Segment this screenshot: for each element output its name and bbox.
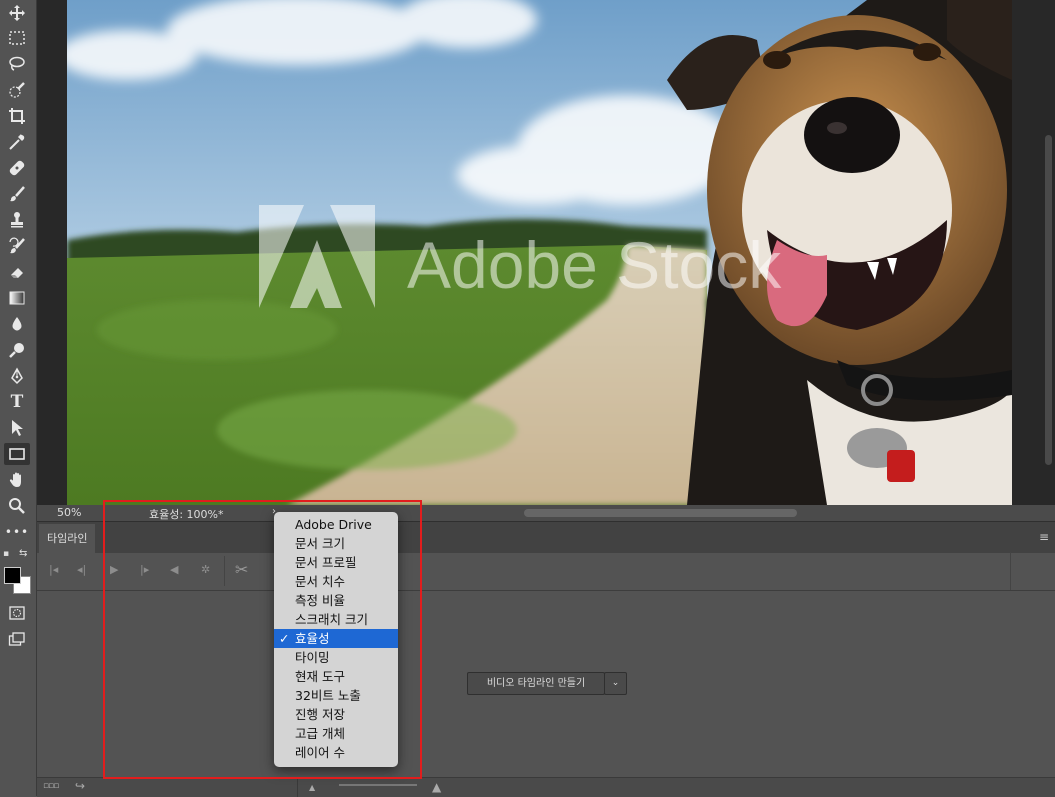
menu-item-measurement-scale[interactable]: 측정 비율 bbox=[274, 591, 398, 610]
blur-tool-icon[interactable] bbox=[4, 313, 30, 335]
tools-panel: T ••• ▪ ⇆ bbox=[0, 0, 37, 796]
split-scissors-icon[interactable]: ✂ bbox=[235, 560, 248, 579]
tab-timeline[interactable]: 타임라인 bbox=[39, 524, 96, 553]
rectangle-tool-icon[interactable] bbox=[4, 443, 30, 465]
watermark-text: Adobe Stock bbox=[407, 228, 782, 302]
go-to-first-frame-icon[interactable]: |◂ bbox=[49, 563, 58, 576]
menu-item-label: 문서 크기 bbox=[295, 536, 345, 551]
quick-mask-icon[interactable] bbox=[4, 602, 30, 624]
menu-item-document-dimensions[interactable]: 문서 치수 bbox=[274, 572, 398, 591]
status-info-menu: Adobe Drive 문서 크기 문서 프로필 문서 치수 측정 비율 스크래… bbox=[274, 512, 398, 767]
brush-tool-icon[interactable] bbox=[4, 183, 30, 205]
menu-item-efficiency[interactable]: ✓ 효율성 bbox=[274, 629, 398, 648]
menu-item-label: Adobe Drive bbox=[295, 517, 372, 532]
menu-item-timing[interactable]: 타이밍 bbox=[274, 648, 398, 667]
vertical-scroll-thumb[interactable] bbox=[1045, 135, 1052, 465]
eraser-tool-icon[interactable] bbox=[4, 261, 30, 283]
type-tool-icon[interactable]: T bbox=[4, 391, 30, 413]
eyedropper-tool-icon[interactable] bbox=[4, 131, 30, 153]
menu-item-document-profile[interactable]: 문서 프로필 bbox=[274, 553, 398, 572]
menu-item-label: 고급 개체 bbox=[295, 726, 345, 741]
bottom-divider bbox=[297, 778, 298, 797]
lasso-tool-icon[interactable] bbox=[4, 53, 30, 75]
screen-mode-icon[interactable] bbox=[4, 628, 30, 650]
move-tool-icon[interactable] bbox=[4, 2, 30, 24]
menu-item-label: 스크래치 크기 bbox=[295, 612, 368, 627]
play-icon[interactable]: ▶ bbox=[110, 563, 118, 576]
menu-item-current-tool[interactable]: 현재 도구 bbox=[274, 667, 398, 686]
audio-mute-icon[interactable]: ◀ bbox=[170, 563, 178, 576]
controls-right-divider bbox=[1010, 552, 1011, 590]
menu-item-label: 측정 비율 bbox=[295, 593, 345, 608]
zoom-out-mountain-icon[interactable]: ▲ bbox=[309, 783, 315, 792]
timeline-panel: 타임라인 ≡ |◂ ◂| ▶ |▸ ◀ ✲ ✂ 비디오 타임라인 만들기 ⌄ ▫… bbox=[37, 521, 1055, 797]
menu-item-save-progress[interactable]: 진행 저장 bbox=[274, 705, 398, 724]
menu-item-32bit-exposure[interactable]: 32비트 노출 bbox=[274, 686, 398, 705]
menu-item-label: 효율성 bbox=[295, 631, 330, 646]
dodge-tool-icon[interactable] bbox=[4, 339, 30, 361]
healing-brush-tool-icon[interactable] bbox=[4, 157, 30, 179]
history-brush-tool-icon[interactable] bbox=[4, 235, 30, 257]
crop-tool-icon[interactable] bbox=[4, 105, 30, 127]
hand-tool-icon[interactable] bbox=[4, 469, 30, 491]
clone-stamp-tool-icon[interactable] bbox=[4, 209, 30, 231]
menu-item-label: 진행 저장 bbox=[295, 707, 345, 722]
pen-tool-icon[interactable] bbox=[4, 365, 30, 387]
zoom-in-mountain-icon[interactable]: ▲ bbox=[432, 780, 441, 794]
menu-item-smart-objects[interactable]: 고급 개체 bbox=[274, 724, 398, 743]
menu-item-label: 레이어 수 bbox=[295, 745, 345, 760]
next-frame-icon[interactable]: |▸ bbox=[140, 563, 149, 576]
settings-gear-icon[interactable]: ✲ bbox=[201, 563, 210, 576]
timeline-zoom-slider[interactable] bbox=[339, 784, 417, 786]
quick-select-tool-icon[interactable] bbox=[4, 79, 30, 101]
marquee-tool-icon[interactable] bbox=[4, 27, 30, 49]
foreground-color-swatch[interactable] bbox=[4, 567, 21, 584]
gradient-tool-icon[interactable] bbox=[4, 287, 30, 309]
menu-item-label: 문서 프로필 bbox=[295, 555, 357, 570]
zoom-tool-icon[interactable] bbox=[4, 495, 30, 517]
previous-frame-icon[interactable]: ◂| bbox=[77, 563, 86, 576]
menu-item-label: 현재 도구 bbox=[295, 669, 345, 684]
document-canvas[interactable]: Adobe Stock bbox=[37, 0, 1055, 505]
zoom-level-field[interactable]: 50% bbox=[57, 506, 81, 519]
menu-item-label: 타이밍 bbox=[295, 650, 330, 665]
checkmark-icon: ✓ bbox=[279, 631, 290, 646]
path-select-tool-icon[interactable] bbox=[4, 417, 30, 439]
menu-item-adobe-drive[interactable]: Adobe Drive bbox=[274, 515, 398, 534]
timeline-tab-bar: 타임라인 ≡ bbox=[37, 521, 1055, 553]
dog-photo: Adobe Stock bbox=[67, 0, 1012, 505]
timeline-bottom-bar: ▫▫▫ ↪ ▲ ▲ bbox=[37, 777, 1055, 797]
document-info-text: 효율성: 100%* bbox=[149, 508, 224, 521]
panel-menu-icon[interactable]: ≡ bbox=[1039, 530, 1049, 544]
menu-item-scratch-sizes[interactable]: 스크래치 크기 bbox=[274, 610, 398, 629]
menu-item-label: 32비트 노출 bbox=[295, 688, 361, 703]
status-bar: 50% 효율성: 100%* › bbox=[37, 505, 1055, 521]
vertical-scrollbar[interactable] bbox=[1012, 0, 1055, 505]
swap-colors-icon[interactable]: ⇆ bbox=[19, 548, 27, 559]
more-tools-icon[interactable]: ••• bbox=[4, 521, 30, 543]
create-timeline-dropdown-icon[interactable]: ⌄ bbox=[604, 672, 627, 695]
menu-item-document-size[interactable]: 문서 크기 bbox=[274, 534, 398, 553]
create-video-timeline-button[interactable]: 비디오 타임라인 만들기 bbox=[467, 672, 605, 695]
menu-item-label: 문서 치수 bbox=[295, 574, 345, 589]
frame-animation-icon[interactable]: ▫▫▫ bbox=[43, 781, 59, 791]
menu-item-layer-count[interactable]: 레이어 수 bbox=[274, 743, 398, 762]
render-video-icon[interactable]: ↪ bbox=[75, 779, 85, 793]
timeline-controls: |◂ ◂| ▶ |▸ ◀ ✲ ✂ bbox=[37, 552, 1055, 591]
controls-divider bbox=[224, 556, 225, 586]
default-colors-icon[interactable]: ▪ bbox=[3, 549, 9, 559]
horizontal-scroll-thumb[interactable] bbox=[524, 509, 797, 517]
